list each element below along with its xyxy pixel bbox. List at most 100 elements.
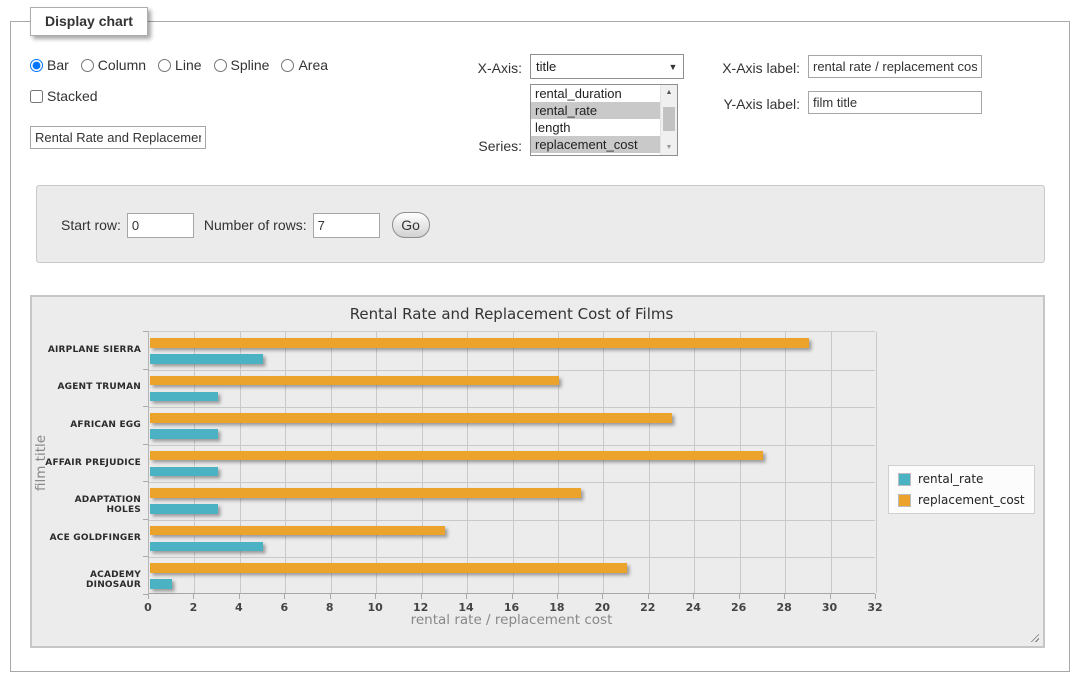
x-axis-label-input[interactable]	[808, 55, 982, 78]
gridline-vertical	[422, 332, 423, 593]
x-axis-tick	[648, 594, 649, 599]
series-options: rental_durationrental_ratelengthreplacem…	[531, 85, 660, 155]
category-label: ADAPTATION HOLES	[44, 495, 141, 515]
chart-type-column-radio[interactable]	[81, 59, 94, 72]
x-axis-tick	[284, 594, 285, 599]
bar-replacement_cost[interactable]	[150, 526, 445, 536]
x-axis-title: rental rate / replacement cost	[148, 612, 875, 628]
stacked-checkbox[interactable]	[30, 90, 43, 103]
chart-type-line[interactable]: Line	[158, 57, 201, 73]
x-axis-tick	[421, 594, 422, 599]
x-axis-tick	[375, 594, 376, 599]
stacked-option[interactable]: Stacked	[30, 88, 98, 104]
bar-replacement_cost[interactable]	[150, 488, 581, 498]
scroll-down-icon[interactable]: ▼	[661, 140, 677, 155]
bar-rental_rate[interactable]	[150, 354, 263, 364]
y-axis-tick	[143, 556, 148, 557]
y-axis-label-input[interactable]	[808, 91, 982, 114]
x-axis-tick	[557, 594, 558, 599]
series-option-rental_rate[interactable]: rental_rate	[531, 102, 660, 119]
gridline-vertical	[194, 332, 195, 593]
legend-item-replacement-cost[interactable]: replacement_cost	[898, 493, 1025, 507]
y-axis-tick	[143, 369, 148, 370]
chart-title-input[interactable]	[30, 126, 206, 149]
y-axis-tick	[143, 594, 148, 595]
bar-replacement_cost[interactable]	[150, 451, 763, 461]
gridline-vertical	[331, 332, 332, 593]
category-label: AFFAIR PREJUDICE	[44, 458, 141, 468]
x-axis-label-caption: X-Axis label:	[704, 60, 800, 76]
gridline-horizontal	[149, 520, 875, 521]
gridline-vertical	[785, 332, 786, 593]
y-axis-tick	[143, 406, 148, 407]
num-rows-label: Number of rows:	[204, 217, 307, 233]
x-axis-tick	[512, 594, 513, 599]
y-axis-tick	[143, 519, 148, 520]
gridline-vertical	[558, 332, 559, 593]
category-label: AGENT TRUMAN	[44, 382, 141, 392]
plot-area	[148, 331, 875, 594]
series-option-length[interactable]: length	[531, 119, 660, 136]
series-option-replacement_cost[interactable]: replacement_cost	[531, 136, 660, 153]
bar-rental_rate[interactable]	[150, 579, 172, 589]
gridline-vertical	[649, 332, 650, 593]
x-axis-tick	[693, 594, 694, 599]
gridline-vertical	[285, 332, 286, 593]
chart-type-line-radio[interactable]	[158, 59, 171, 72]
go-button[interactable]: Go	[392, 212, 430, 238]
resize-handle[interactable]	[1028, 631, 1039, 642]
x-axis-tick	[739, 594, 740, 599]
chart-type-bar-radio[interactable]	[30, 59, 43, 72]
gridline-vertical	[513, 332, 514, 593]
x-axis-tick	[830, 594, 831, 599]
chart-type-spline[interactable]: Spline	[214, 57, 270, 73]
y-axis-tick	[143, 444, 148, 445]
category-label: AIRPLANE SIERRA	[44, 345, 141, 355]
bar-replacement_cost[interactable]	[150, 376, 559, 386]
scroll-up-icon[interactable]: ▲	[661, 85, 677, 100]
series-listbox-label: Series:	[436, 138, 522, 154]
row-controls-panel: Start row: Number of rows: Go	[36, 185, 1045, 263]
chart-title: Rental Rate and Replacement Cost of Film…	[148, 305, 875, 323]
chart-type-column[interactable]: Column	[81, 57, 146, 73]
gridline-vertical	[467, 332, 468, 593]
chart-type-spline-radio[interactable]	[214, 59, 227, 72]
gridline-vertical	[831, 332, 832, 593]
x-axis-select[interactable]: title ▼	[530, 54, 684, 79]
legend-swatch-rental-rate	[898, 473, 911, 486]
bar-replacement_cost[interactable]	[150, 563, 627, 573]
scrollbar-thumb[interactable]	[663, 107, 675, 131]
series-option-rental_duration[interactable]: rental_duration	[531, 85, 660, 102]
bar-rental_rate[interactable]	[150, 504, 218, 514]
x-axis-tick	[330, 594, 331, 599]
bar-rental_rate[interactable]	[150, 429, 218, 439]
num-rows-input[interactable]	[313, 213, 380, 238]
start-row-input[interactable]	[127, 213, 194, 238]
bar-replacement_cost[interactable]	[150, 338, 809, 348]
series-scrollbar[interactable]: ▲ ▼	[660, 85, 677, 155]
gridline-horizontal	[149, 445, 875, 446]
bar-rental_rate[interactable]	[150, 467, 218, 477]
category-label: AFRICAN EGG	[44, 420, 141, 430]
gridline-horizontal	[149, 482, 875, 483]
legend-item-rental-rate[interactable]: rental_rate	[898, 472, 1025, 486]
bar-rental_rate[interactable]	[150, 392, 218, 402]
gridline-vertical	[740, 332, 741, 593]
bar-replacement_cost[interactable]	[150, 413, 672, 423]
page: Display chart Bar Column Line Spline Are…	[0, 0, 1081, 681]
dropdown-arrow-icon: ▼	[663, 62, 683, 72]
chart-type-area[interactable]: Area	[281, 57, 328, 73]
gridline-vertical	[376, 332, 377, 593]
fieldset-title: Display chart	[30, 7, 148, 36]
category-label: ACADEMY DINOSAUR	[44, 570, 141, 590]
chart-type-radio-group: Bar Column Line Spline Area	[30, 57, 328, 73]
x-axis-tick	[239, 594, 240, 599]
x-axis-tick	[193, 594, 194, 599]
chart-type-bar[interactable]: Bar	[30, 57, 69, 73]
bar-rental_rate[interactable]	[150, 542, 263, 552]
gridline-horizontal	[149, 557, 875, 558]
y-axis-tick	[143, 481, 148, 482]
series-listbox[interactable]: rental_durationrental_ratelengthreplacem…	[530, 84, 678, 156]
chart-type-area-radio[interactable]	[281, 59, 294, 72]
x-axis-tick	[148, 594, 149, 599]
